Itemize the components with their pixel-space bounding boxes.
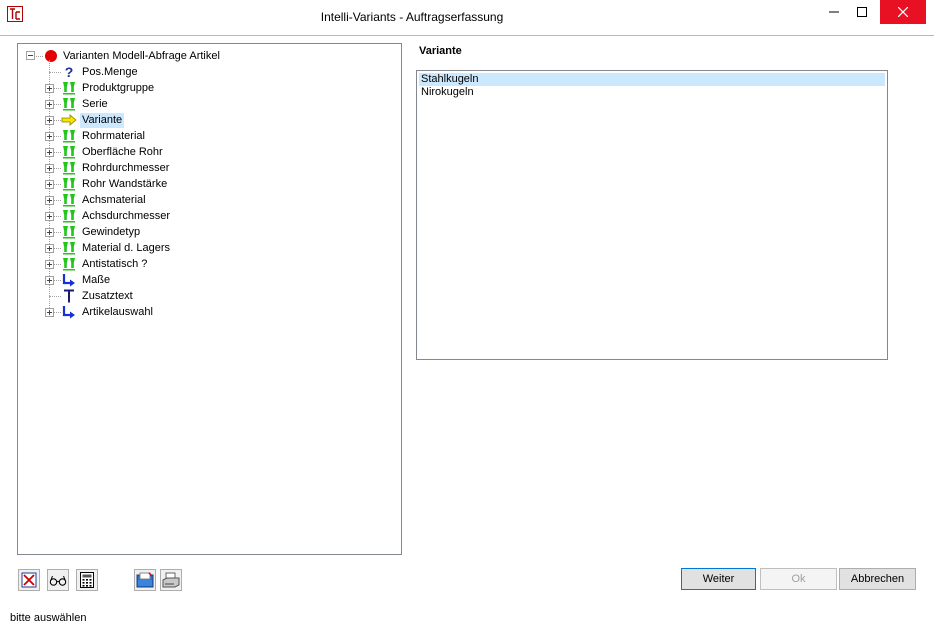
green-filter-icon (61, 176, 77, 192)
tree-node[interactable]: Rohrdurchmesser (45, 160, 171, 176)
tree-node[interactable]: Produktgruppe (45, 80, 156, 96)
tree-node-label: Rohr Wandstärke (82, 177, 168, 190)
green-filter-icon (61, 240, 77, 256)
expand-toggle-icon[interactable] (45, 308, 54, 317)
title-bar: Intelli-Variants - Auftragserfassung (0, 0, 934, 36)
green-filter-icon (61, 128, 77, 144)
tree-node-label: Gewindetyp (82, 225, 141, 238)
tree-connector (49, 296, 61, 297)
minimize-icon (829, 11, 839, 13)
tree-node-label: Material d. Lagers (82, 241, 171, 254)
folder-document-icon (136, 572, 154, 588)
printer-icon (162, 572, 180, 588)
tree-node-label: Rohrdurchmesser (82, 161, 170, 174)
green-filter-icon (61, 192, 77, 208)
variant-option[interactable]: Stahlkugeln (419, 73, 885, 86)
tree-node-label: Antistatisch ? (82, 257, 148, 270)
tree-node[interactable]: ? Pos.Menge (45, 64, 140, 80)
expand-toggle-icon[interactable] (45, 212, 54, 221)
svg-text:?: ? (65, 65, 74, 79)
tree-node-label: Achsdurchmesser (82, 209, 171, 222)
expand-toggle-icon[interactable] (45, 244, 54, 253)
variant-listbox[interactable]: Stahlkugeln Nirokugeln (416, 70, 888, 360)
tree-node-label: Serie (82, 97, 108, 110)
green-filter-icon (61, 256, 77, 272)
close-icon (898, 7, 908, 17)
glasses-icon (49, 575, 67, 586)
ok-button[interactable]: Ok (760, 568, 837, 590)
tree-connector (36, 56, 43, 57)
tree-node-label: Rohrmaterial (82, 129, 145, 142)
document-button[interactable] (134, 569, 156, 591)
abbrechen-button[interactable]: Abbrechen (839, 568, 916, 590)
print-button[interactable] (160, 569, 182, 591)
blue-corner-arrow-icon (61, 304, 77, 320)
tree-node[interactable]: Antistatisch ? (45, 256, 149, 272)
tree-root-node[interactable]: Varianten Modell-Abfrage Artikel (26, 48, 222, 64)
tree-node-label: Variante (80, 112, 125, 128)
expand-toggle-icon[interactable] (45, 84, 54, 93)
tree-node-label: Artikelauswahl (82, 305, 153, 318)
tree-node[interactable]: Artikelauswahl (45, 304, 155, 320)
calculator-icon (80, 572, 94, 588)
tree-node[interactable]: Rohr Wandstärke (45, 176, 169, 192)
tree-node-label: Pos.Menge (82, 65, 138, 78)
tree-node[interactable]: Rohrmaterial (45, 128, 147, 144)
yellow-arrow-icon (61, 112, 77, 128)
tree-node[interactable]: Gewindetyp (45, 224, 142, 240)
weiter-button[interactable]: Weiter (681, 568, 756, 590)
tree-node[interactable]: Achsdurchmesser (45, 208, 172, 224)
tree-root-label: Varianten Modell-Abfrage Artikel (63, 49, 220, 62)
expand-toggle-icon[interactable] (45, 148, 54, 157)
tree-node-label: Zusatztext (82, 289, 133, 302)
green-filter-icon (61, 144, 77, 160)
green-filter-icon (61, 96, 77, 112)
expand-toggle-icon[interactable] (45, 228, 54, 237)
collapse-toggle-icon[interactable] (26, 51, 35, 60)
tree-node-label: Achsmaterial (82, 193, 146, 206)
tree-node[interactable]: Material d. Lagers (45, 240, 172, 256)
expand-toggle-icon[interactable] (45, 116, 54, 125)
blue-corner-arrow-icon (61, 272, 77, 288)
text-t-icon (61, 288, 77, 304)
tree-node-label: Maße (82, 273, 111, 286)
delete-button[interactable] (18, 569, 40, 591)
view-button[interactable] (47, 569, 69, 591)
green-filter-icon (61, 80, 77, 96)
expand-toggle-icon[interactable] (45, 132, 54, 141)
expand-toggle-icon[interactable] (45, 196, 54, 205)
tree-node[interactable]: Zusatztext (45, 288, 135, 304)
variant-panel-title: Variante (419, 45, 462, 57)
expand-toggle-icon[interactable] (45, 180, 54, 189)
variant-option[interactable]: Nirokugeln (419, 86, 885, 99)
expand-toggle-icon[interactable] (45, 100, 54, 109)
status-text: bitte auswählen (10, 612, 87, 624)
question-icon: ? (61, 64, 77, 80)
tree-node-label: Produktgruppe (82, 81, 155, 94)
green-filter-icon (61, 208, 77, 224)
red-circle-icon (43, 48, 59, 64)
tree-node-label: Oberfläche Rohr (82, 145, 163, 158)
tree-view[interactable]: Varianten Modell-Abfrage Artikel? Pos.Men… (17, 43, 402, 555)
tree-connector (49, 72, 61, 73)
maximize-button[interactable] (840, 0, 884, 24)
expand-toggle-icon[interactable] (45, 260, 54, 269)
tree-node[interactable]: Oberfläche Rohr (45, 144, 165, 160)
tree-node[interactable]: Maße (45, 272, 112, 288)
expand-toggle-icon[interactable] (45, 276, 54, 285)
delete-x-icon (21, 572, 37, 588)
maximize-icon (857, 7, 867, 17)
green-filter-icon (61, 160, 77, 176)
calculator-button[interactable] (76, 569, 98, 591)
close-button[interactable] (880, 0, 926, 24)
green-filter-icon (61, 224, 77, 240)
main-window: Intelli-Variants - Auftragserfassung Var… (0, 0, 934, 627)
tree-node[interactable]: Achsmaterial (45, 192, 148, 208)
tree-node[interactable]: Serie (45, 96, 110, 112)
window-title: Intelli-Variants - Auftragserfassung (320, 10, 504, 24)
tree-node[interactable]: Variante (45, 112, 125, 128)
expand-toggle-icon[interactable] (45, 164, 54, 173)
